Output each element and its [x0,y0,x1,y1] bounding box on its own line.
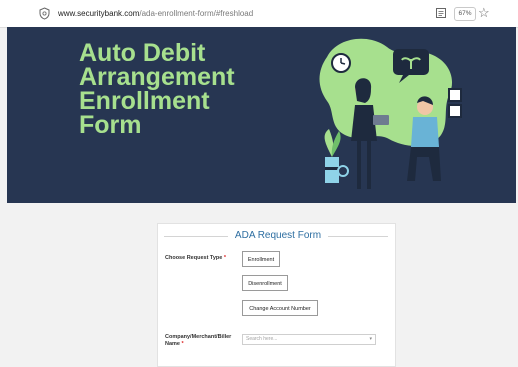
legend-divider-left [164,236,228,237]
required-marker: * [181,341,184,347]
hero-illustration [319,38,462,189]
man-figure [411,117,439,147]
company-search-placeholder: Search here... [246,336,278,342]
disenrollment-button[interactable]: Disenrollment [242,275,288,291]
legend-divider-right [328,236,388,237]
zoom-level-badge[interactable]: 67% [454,7,476,21]
url-path: /ada-enrollment-form/#freshload [139,9,254,18]
bookmark-star-icon[interactable]: ☆ [478,5,490,20]
request-type-label: Choose Request Type * [165,255,227,261]
shield-icon [39,7,50,20]
change-account-number-button[interactable]: Change Account Number [242,300,318,316]
form-legend: ADA Request Form [234,230,322,241]
page-title-line-4: Form [79,111,142,139]
company-label: Company/Merchant/Biller Name * [165,334,232,347]
url-host: www.securitybank.com [58,9,140,18]
company-search-select[interactable]: Search here... ▾ [242,334,376,345]
chevron-down-icon: ▾ [369,336,372,342]
page-title: Auto Debit Arrangement Enrollment Form [79,39,289,139]
page-title-line-3: Enrollment [79,87,210,115]
page-title-line-1: Auto Debit [79,39,206,67]
enrollment-button[interactable]: Enrollment [242,251,280,267]
page-title-line-2: Arrangement [79,63,235,91]
hero-banner: Auto Debit Arrangement Enrollment Form [7,27,516,203]
reader-view-icon[interactable] [435,7,447,19]
required-marker: * [223,255,227,261]
ada-request-form: ADA Request Form Choose Request Type * E… [157,223,396,367]
browser-address-bar: www.securitybank.com/ada-enrollment-form… [0,0,518,28]
url-field[interactable]: www.securitybank.com/ada-enrollment-form… [58,7,253,20]
